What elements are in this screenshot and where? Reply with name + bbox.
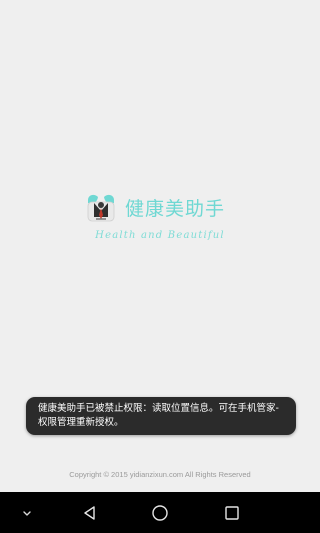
splash-screen: 健康美助手 Health and Beautiful 健康美助手已被禁止权限：读… bbox=[0, 0, 320, 533]
recent-square-icon[interactable] bbox=[218, 492, 246, 533]
permission-toast: 健康美助手已被禁止权限：读取位置信息。可在手机管家-权限管理重新授权。 bbox=[26, 397, 296, 435]
app-tagline: Health and Beautiful bbox=[95, 230, 225, 241]
app-logo-row: 健康美助手 bbox=[85, 189, 255, 225]
system-nav-bar bbox=[0, 492, 320, 533]
app-logo-icon bbox=[85, 191, 117, 223]
home-circle-icon[interactable] bbox=[146, 492, 174, 533]
back-triangle-icon[interactable] bbox=[76, 492, 104, 533]
chevron-down-icon[interactable] bbox=[14, 492, 40, 533]
copyright-text: Copyright © 2015 yidianzixun.com All Rig… bbox=[69, 470, 251, 479]
toast-message: 健康美助手已被禁止权限：读取位置信息。可在手机管家-权限管理重新授权。 bbox=[38, 403, 279, 428]
app-name: 健康美助手 bbox=[125, 197, 226, 220]
